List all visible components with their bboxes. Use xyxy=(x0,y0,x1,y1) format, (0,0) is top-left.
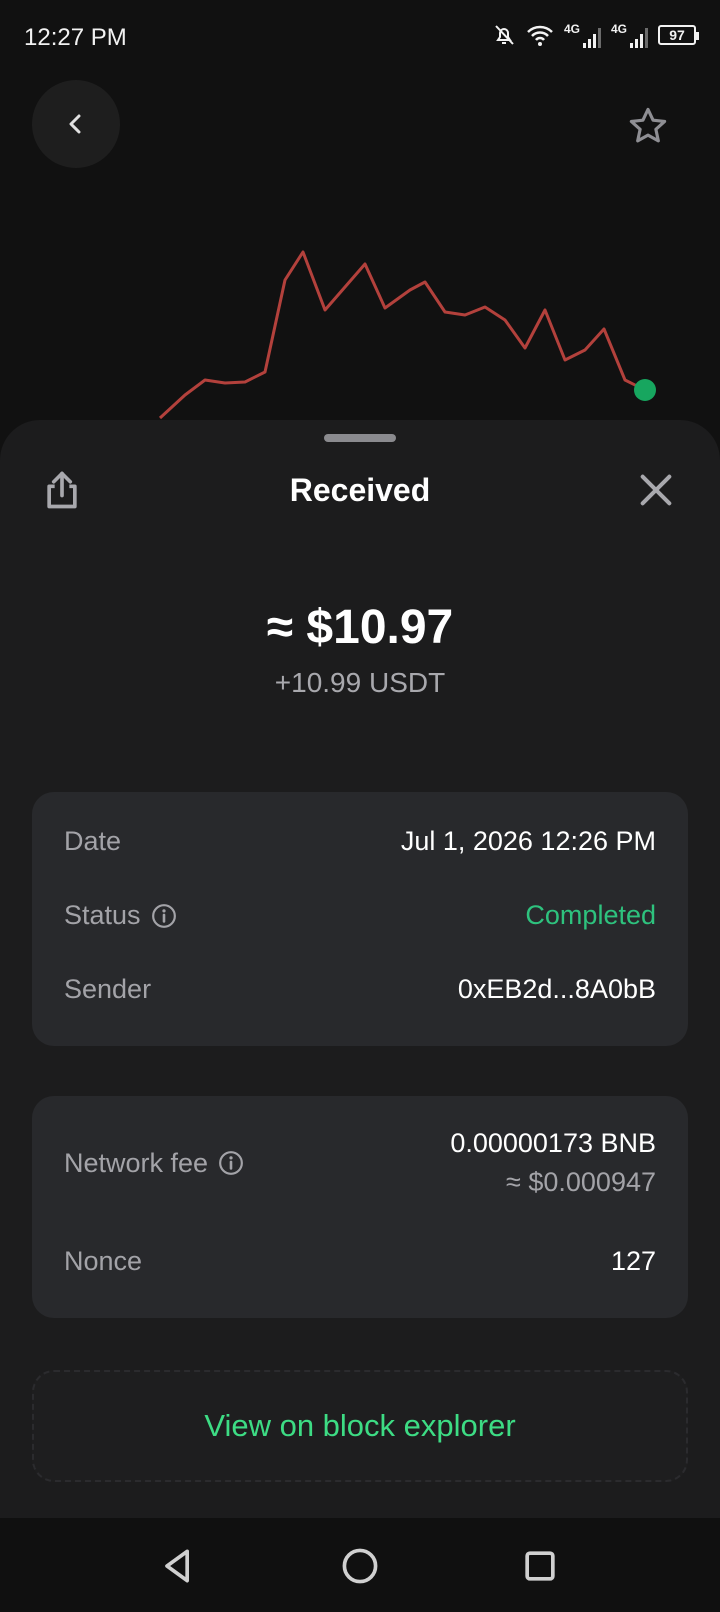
back-button[interactable] xyxy=(32,80,120,168)
price-dot xyxy=(634,379,656,401)
system-nav-bar xyxy=(0,1518,720,1612)
network-type-1: 4G xyxy=(563,22,580,36)
battery-icon: 97 xyxy=(658,25,699,45)
status-time: 12:27 PM xyxy=(24,24,127,51)
status-icons: 4G 4G 97 xyxy=(492,22,699,48)
back-icon xyxy=(69,114,81,134)
favorite-button[interactable] xyxy=(622,100,674,152)
nav-back-icon[interactable] xyxy=(156,1544,200,1588)
network-fee-label: Network fee xyxy=(64,1147,209,1178)
details-card: Date Jul 1, 2026 12:26 PM Status Complet… xyxy=(32,792,688,1046)
status-row: Status Completed xyxy=(64,900,656,931)
fee-card: Network fee 0.00000173 BNB ≈ $0.000947 N… xyxy=(32,1096,688,1318)
date-value: Jul 1, 2026 12:26 PM xyxy=(400,826,656,856)
wifi-icon xyxy=(527,25,553,46)
sheet-title: Received xyxy=(289,472,431,508)
status-value: Completed xyxy=(525,900,656,930)
status-label: Status xyxy=(64,900,141,930)
sender-label: Sender xyxy=(64,974,152,1004)
fee-label-wrap: Network fee xyxy=(64,1148,244,1179)
nonce-row: Nonce 127 xyxy=(64,1246,656,1277)
sheet-handle[interactable] xyxy=(324,434,396,442)
sender-address[interactable]: 0xEB2d...8A0bB xyxy=(458,974,656,1005)
info-icon[interactable] xyxy=(218,1150,244,1176)
network-fee-value: 0.00000173 BNB xyxy=(450,1128,656,1158)
status-bar: 12:27 PM 4G 4G 97 xyxy=(0,0,720,80)
status-label-wrap: Status xyxy=(64,900,177,931)
price-line xyxy=(158,250,646,420)
nav-recents-icon[interactable] xyxy=(518,1544,562,1588)
transaction-sheet: Received ≈ $10.97 +10.99 USDT Date Jul 1… xyxy=(0,420,720,1518)
amount-crypto: +10.99 USDT xyxy=(274,667,446,698)
nonce-label: Nonce xyxy=(64,1246,143,1276)
view-block-explorer-button[interactable]: View on block explorer xyxy=(32,1370,688,1482)
fee-values: 0.00000173 BNB ≈ $0.000947 xyxy=(450,1128,656,1198)
nonce-value: 127 xyxy=(610,1246,656,1276)
amount-block: ≈ $10.97 +10.99 USDT xyxy=(0,600,720,699)
nav-home-icon[interactable] xyxy=(338,1544,382,1588)
signal-icon: 4G xyxy=(564,22,601,48)
date-label: Date xyxy=(64,826,122,856)
bell-off-icon xyxy=(495,25,514,45)
network-type-2: 4G xyxy=(610,22,627,36)
amount-fiat: ≈ $10.97 xyxy=(266,601,454,654)
battery-level: 97 xyxy=(669,27,685,43)
date-row: Date Jul 1, 2026 12:26 PM xyxy=(64,826,656,857)
price-chart xyxy=(158,250,656,420)
network-fee-fiat: ≈ $0.000947 xyxy=(506,1167,656,1197)
sender-row: Sender 0xEB2d...8A0bB xyxy=(64,974,656,1005)
info-icon[interactable] xyxy=(151,903,177,929)
close-button[interactable] xyxy=(636,470,678,512)
signal-icon-2: 4G xyxy=(611,22,648,48)
star-icon xyxy=(629,107,667,143)
close-icon xyxy=(640,474,672,506)
network-fee-row: Network fee 0.00000173 BNB ≈ $0.000947 xyxy=(64,1128,656,1198)
